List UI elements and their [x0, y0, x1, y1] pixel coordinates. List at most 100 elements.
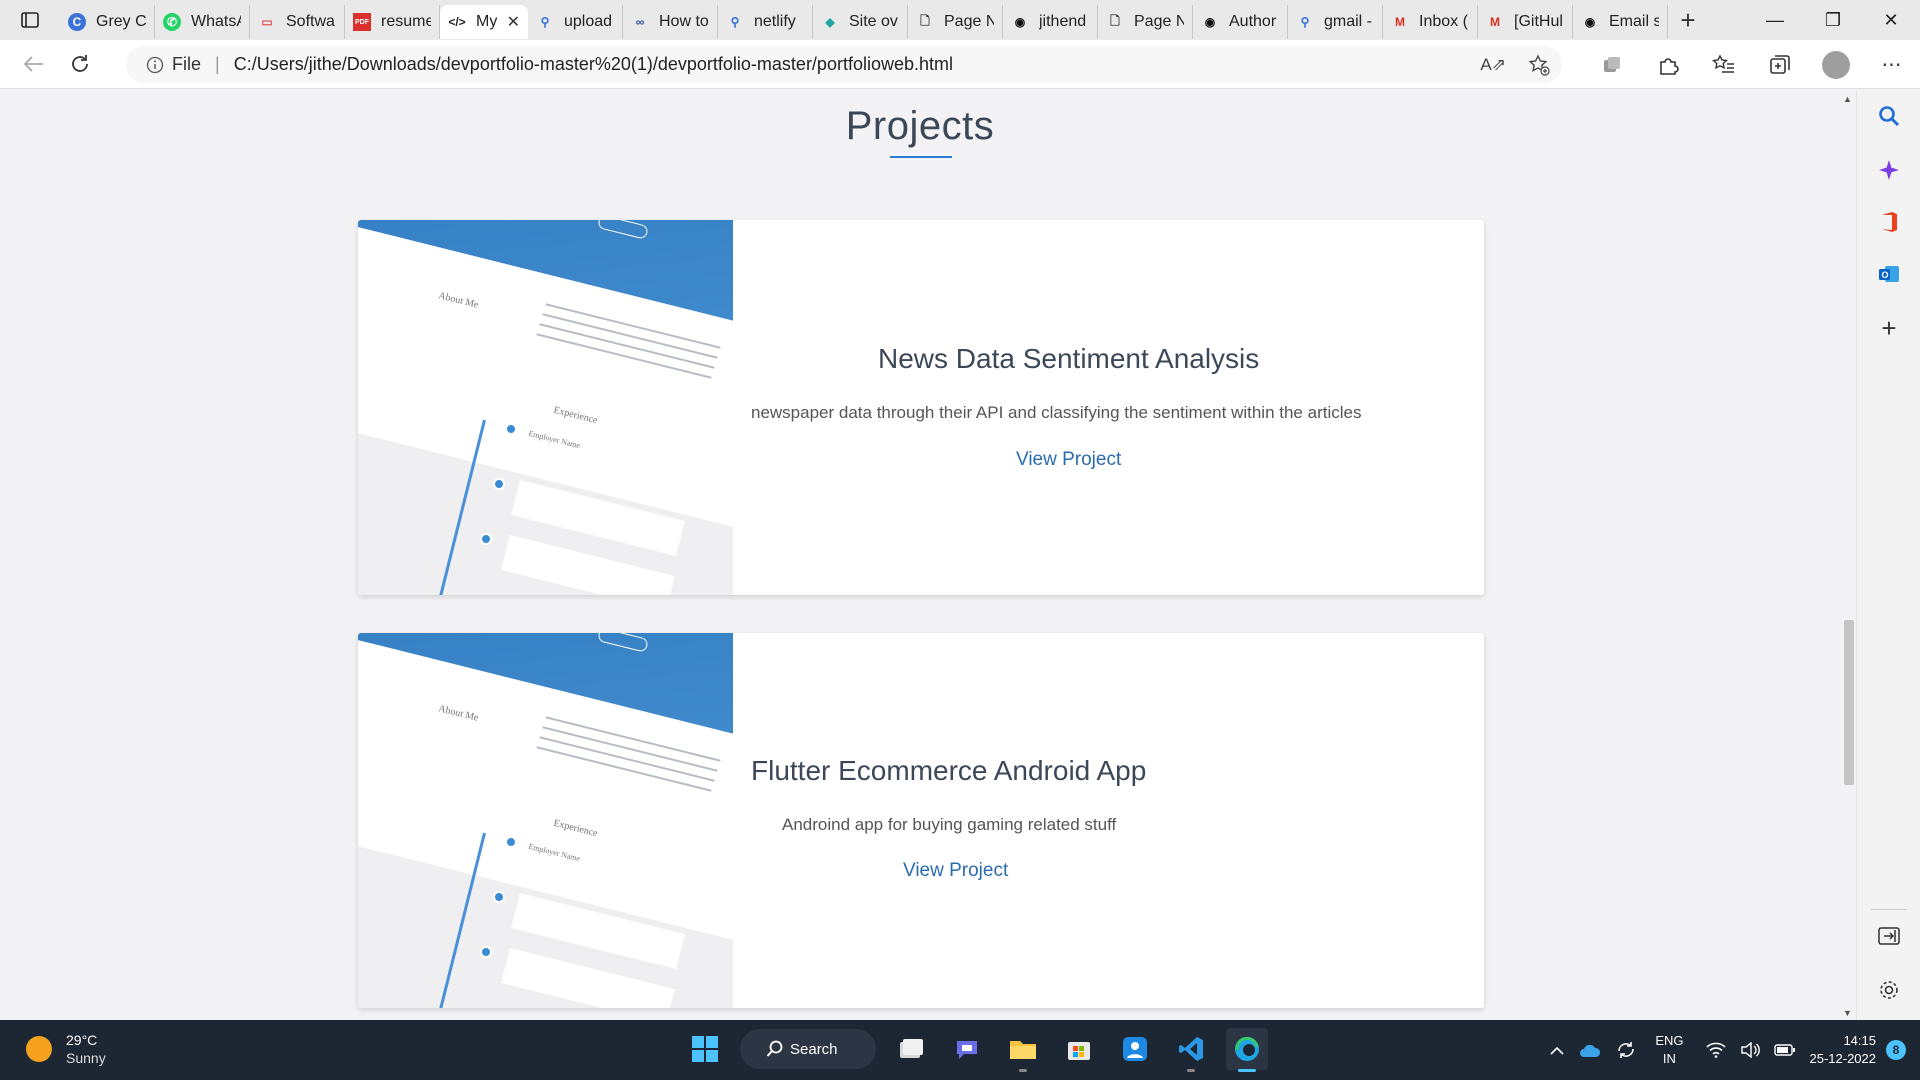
restore-button[interactable]: ❐	[1804, 0, 1862, 40]
clock[interactable]: 14:15 25-12-2022	[1810, 1032, 1877, 1068]
sidebar-hide-button[interactable]	[1857, 916, 1920, 956]
browser-tab[interactable]: ◉ Email s	[1573, 5, 1668, 39]
project-card-body: Flutter Ecommerce Android App Androind a…	[733, 633, 1484, 1008]
favorites-button[interactable]	[1696, 45, 1752, 85]
browser-tab[interactable]: C Grey Cl	[60, 5, 155, 39]
tab-title: Site ov	[849, 13, 898, 30]
close-window-button[interactable]: ✕	[1862, 0, 1920, 40]
edge-button[interactable]	[1226, 1028, 1268, 1072]
search-icon: ⚲	[540, 15, 550, 29]
browser-tab[interactable]: M Inbox (	[1383, 5, 1478, 39]
cloud-icon	[1580, 1044, 1601, 1057]
weather-widget[interactable]: 29°C Sunny	[26, 1031, 106, 1067]
github-icon: ◉	[1584, 15, 1596, 29]
workspaces-button[interactable]	[1584, 45, 1640, 85]
taskbar-apps: Search	[684, 1028, 1268, 1072]
browser-tab[interactable]: M [GitHul	[1478, 5, 1573, 39]
back-button[interactable]	[12, 44, 56, 84]
notification-badge[interactable]: 8	[1886, 1040, 1906, 1060]
language-indicator[interactable]: ENG IN	[1655, 1032, 1683, 1068]
browser-tab[interactable]: 🗋 Page N	[1098, 5, 1193, 39]
volume-button[interactable]	[1740, 1042, 1760, 1058]
browser-tab[interactable]: ∞ How to	[623, 5, 718, 39]
tab-actions-button[interactable]	[0, 0, 60, 40]
search-icon: ⚲	[1300, 15, 1310, 29]
browser-tab[interactable]: ▭ Softwa	[250, 5, 345, 39]
running-indicator	[1187, 1069, 1195, 1072]
project-description: newspaper data through their API and cla…	[751, 403, 1362, 422]
profile-button[interactable]	[1808, 45, 1864, 85]
edge-icon	[1235, 1036, 1259, 1061]
browser-tab[interactable]: ⚲ netlify	[718, 5, 813, 39]
sidebar-add-button[interactable]: +	[1857, 308, 1920, 348]
avatar	[1822, 50, 1850, 79]
browser-tab[interactable]: PDF resume	[345, 5, 440, 39]
tab-title: gmail -	[1324, 13, 1373, 30]
new-tab-button[interactable]: +	[1668, 3, 1708, 37]
vscode-button[interactable]	[1170, 1028, 1212, 1072]
hide-sidebar-icon	[1878, 927, 1900, 945]
browser-tab[interactable]: ⚲ upload	[528, 5, 623, 39]
browser-tab[interactable]: ◉ Author	[1193, 5, 1288, 39]
github-icon: ◉	[1204, 15, 1216, 29]
browser-tab[interactable]: ✆ WhatsA	[155, 5, 250, 39]
browser-tab[interactable]: ⚲ gmail -	[1288, 5, 1383, 39]
tab-title: WhatsA	[191, 13, 241, 30]
thumbnail-timeline-dot	[480, 946, 492, 958]
file-explorer-button[interactable]	[1002, 1028, 1044, 1072]
sync-icon	[1618, 1042, 1635, 1058]
person-app-icon	[1123, 1037, 1147, 1061]
search-icon	[1879, 106, 1900, 127]
project-title: News Data Sentiment Analysis	[878, 343, 1260, 374]
sync-button[interactable]	[1615, 1039, 1637, 1061]
start-button[interactable]	[684, 1028, 726, 1070]
project-card: About Me Experience Employer Name News D…	[358, 220, 1484, 595]
collections-button[interactable]	[1752, 45, 1808, 85]
scroll-up-arrow-icon[interactable]: ▲	[1843, 94, 1852, 104]
taskbar-search[interactable]: Search	[740, 1029, 876, 1069]
refresh-icon	[72, 55, 88, 72]
address-bar[interactable]: File | C:/Users/jithe/Downloads/devportf…	[126, 46, 1562, 83]
toolbar-right: ⋯	[1584, 40, 1920, 89]
sidebar-outlook-button[interactable]: O	[1857, 254, 1920, 294]
weather-temperature: 29°C	[66, 1032, 98, 1048]
refresh-button[interactable]	[58, 44, 102, 84]
scroll-down-arrow-icon[interactable]: ▼	[1843, 1008, 1852, 1018]
view-project-link[interactable]: View Project	[903, 860, 1008, 882]
azure-button[interactable]	[1114, 1028, 1156, 1070]
browser-tab[interactable]: </> My ✕	[440, 5, 528, 39]
teams-chat-button[interactable]	[946, 1028, 988, 1070]
page-scrollbar[interactable]: ▲ ▼	[1840, 90, 1856, 1020]
sidebar-copilot-button[interactable]	[1857, 150, 1920, 190]
tab-title: Inbox (	[1419, 13, 1468, 30]
close-tab-icon[interactable]: ✕	[507, 12, 520, 32]
network-button[interactable]	[1705, 1042, 1726, 1058]
code-icon: </>	[448, 15, 466, 29]
favorites-list-icon	[1712, 53, 1734, 73]
sidebar-search-button[interactable]	[1857, 96, 1920, 136]
tab-title: My	[476, 13, 498, 30]
browser-tab[interactable]: ◉ jithend	[1003, 5, 1098, 39]
sidebar-settings-button[interactable]	[1857, 970, 1920, 1010]
site-scheme-label: File	[172, 54, 202, 74]
onedrive-button[interactable]	[1579, 1042, 1601, 1058]
scrollbar-thumb[interactable]	[1844, 620, 1854, 785]
task-view-button[interactable]	[890, 1028, 932, 1070]
minimize-button[interactable]: —	[1746, 0, 1804, 40]
add-favorite-icon[interactable]	[1528, 53, 1550, 76]
read-aloud-icon[interactable]: A⇗	[1480, 55, 1506, 75]
microsoft-store-button[interactable]	[1058, 1028, 1100, 1070]
view-project-link[interactable]: View Project	[1016, 449, 1121, 471]
sidebar-office-button[interactable]	[1857, 202, 1920, 242]
office-icon	[1882, 212, 1897, 232]
settings-menu-button[interactable]: ⋯	[1864, 45, 1920, 85]
battery-icon	[1773, 1044, 1795, 1056]
extensions-button[interactable]	[1640, 45, 1696, 85]
tab-title: Email s	[1609, 13, 1659, 30]
battery-button[interactable]	[1773, 1043, 1796, 1057]
show-hidden-icons-button[interactable]	[1549, 1044, 1565, 1056]
windows-logo-icon	[692, 1036, 718, 1062]
browser-tab[interactable]: ◆ Site ov	[813, 5, 908, 39]
tab-strip: C Grey Cl ✆ WhatsA ▭ Softwa PDF resume </> My ✕ ⚲ up…	[0, 0, 1920, 40]
browser-tab[interactable]: 🗋 Page N	[908, 5, 1003, 39]
